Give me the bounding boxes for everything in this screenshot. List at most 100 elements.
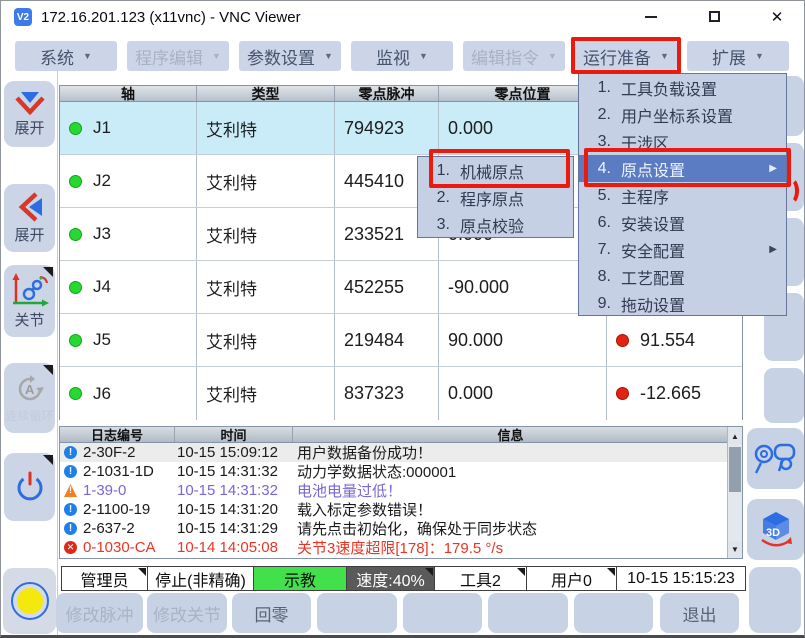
minimize-button[interactable]	[628, 1, 674, 32]
origin-submenu: 1. 机械原点 2. 程序原点 3. 原点校验	[417, 156, 574, 238]
column-header-axis: 轴	[60, 86, 197, 101]
log-row[interactable]: !1-39-0 10-15 14:31:32 电池电量过低！	[60, 481, 742, 500]
status-user-level[interactable]: 管理员	[61, 566, 148, 591]
menu-program-edit[interactable]: 程序编辑▼	[127, 41, 229, 71]
menu-item-main-program[interactable]: 5. 主程序	[579, 182, 786, 209]
sidebar-button-power[interactable]	[4, 453, 55, 521]
close-icon: ✕	[771, 8, 784, 26]
exit-button[interactable]: 退出	[660, 593, 739, 633]
scroll-down-button[interactable]: ▼	[728, 541, 742, 557]
log-column-id: 日志编号	[60, 427, 175, 442]
log-column-info: 信息	[293, 427, 728, 442]
menu-extend[interactable]: 扩展▼	[687, 41, 789, 71]
menu-item-install-settings[interactable]: 6. 安装设置	[579, 209, 786, 236]
log-row[interactable]: !2-637-2 10-15 14:31:29 请先点击初始化，确保处于同步状态	[60, 519, 742, 538]
status-mode-badge[interactable]: 示教	[253, 566, 347, 591]
menu-item-process-config[interactable]: 8. 工艺配置	[579, 263, 786, 290]
warning-icon: !	[64, 484, 77, 497]
bottom-button-4[interactable]	[317, 593, 397, 633]
scrollbar-thumb[interactable]	[729, 447, 741, 492]
run-prep-dropdown: 1. 工具负载设置 2. 用户坐标系设置 3. 干涉区 4. 原点设置 ▶ 5.…	[578, 73, 787, 316]
chevron-down-icon: ▼	[212, 51, 221, 61]
status-clock: 10-15 15:15:23	[616, 566, 746, 591]
submenu-arrow-icon: ▶	[769, 163, 777, 174]
bottom-button-6[interactable]	[488, 593, 568, 633]
return-zero-button[interactable]: 回零	[232, 593, 311, 633]
submenu-item-mechanical-origin[interactable]: 1. 机械原点	[418, 157, 573, 184]
status-run-state[interactable]: 停止(非精确)	[147, 566, 254, 591]
chevron-down-icon: ▼	[755, 51, 764, 61]
status-speed[interactable]: 速度:40%	[346, 566, 435, 591]
menu-item-safety-config[interactable]: 7. 安全配置 ▶	[579, 236, 786, 263]
menu-system[interactable]: 系统▼	[15, 41, 117, 71]
log-header: 日志编号 时间 信息	[60, 427, 742, 443]
menu-param-settings[interactable]: 参数设置▼	[239, 41, 341, 71]
log-row[interactable]: ✕0-1030-CA 10-14 14:05:08 关节3速度超限[178]：1…	[60, 538, 742, 557]
bottom-button-7[interactable]	[574, 593, 653, 633]
loop-a-icon: A	[13, 372, 47, 406]
menu-item-tool-load[interactable]: 1. 工具负载设置	[579, 74, 786, 101]
close-button[interactable]: ✕	[754, 1, 800, 32]
log-row[interactable]: !2-1100-19 10-15 14:31:20 载入标定参数错误！	[60, 500, 742, 519]
table-row-j5[interactable]: J5 艾利特 219484 90.000 91.554	[60, 314, 742, 367]
chevron-down-icon: ▼	[548, 51, 557, 61]
title-bar: V2 172.16.201.123 (x11vnc) - VNC Viewer …	[1, 1, 804, 33]
modify-joint-button[interactable]: 修改关节	[147, 593, 227, 633]
pendant-hand-icon	[753, 439, 799, 479]
indicator-ring-icon	[11, 582, 49, 620]
status-tool[interactable]: 工具2	[434, 566, 527, 591]
log-row[interactable]: !2-1031-1D 10-15 14:31:32 动力学数据状态:000001	[60, 462, 742, 481]
info-icon: !	[64, 522, 77, 535]
modify-pulse-button[interactable]: 修改脉冲	[56, 593, 143, 633]
window-title: 172.16.201.123 (x11vnc) - VNC Viewer	[41, 1, 301, 33]
error-icon: ✕	[64, 541, 77, 554]
axis-status-dot	[69, 228, 82, 241]
sidebar-button-expand-down[interactable]: 展开	[4, 81, 55, 147]
submenu-item-program-origin[interactable]: 2. 程序原点	[418, 184, 573, 211]
menu-item-origin-settings[interactable]: 4. 原点设置 ▶	[579, 155, 786, 182]
menu-edit-commands[interactable]: 编辑指令▼	[463, 41, 565, 71]
right-button-5[interactable]	[764, 368, 804, 423]
chevron-down-icon: ▼	[660, 51, 669, 61]
status-user-frame[interactable]: 用户0	[526, 566, 617, 591]
down-arrow-icon: ▼	[731, 545, 739, 554]
right-button-bottom[interactable]	[749, 567, 801, 633]
yellow-indicator-icon	[17, 588, 43, 614]
maximize-button[interactable]	[691, 1, 737, 32]
sidebar-button-continuous-loop[interactable]: A 连续循环	[4, 363, 55, 433]
submenu-arrow-icon: ▶	[769, 244, 777, 255]
robot-joint-icon	[10, 272, 50, 308]
axis-status-dot	[69, 334, 82, 347]
log-panel: 日志编号 时间 信息 !2-30F-2 10-15 15:09:12 用户数据备…	[59, 426, 743, 559]
bottom-button-5[interactable]	[403, 593, 482, 633]
menu-run-prep[interactable]: 运行准备▼	[575, 41, 677, 71]
sidebar-button-expand-left[interactable]: 展开	[4, 184, 55, 252]
menu-bar: 系统▼ 程序编辑▼ 参数设置▼ 监视▼ 编辑指令▼ 运行准备▼ 扩展▼	[1, 33, 805, 71]
submenu-item-origin-check[interactable]: 3. 原点校验	[418, 211, 573, 238]
menu-item-interference-zone[interactable]: 3. 干涉区	[579, 128, 786, 155]
chevron-down-icon: ▼	[83, 51, 92, 61]
minimize-icon	[645, 16, 657, 18]
log-row[interactable]: !2-30F-2 10-15 15:09:12 用户数据备份成功！	[60, 443, 742, 462]
view-3d-button[interactable]: 3D	[747, 499, 804, 560]
column-header-zero-pulse: 零点脉冲	[335, 86, 439, 101]
scroll-up-button[interactable]: ▲	[728, 428, 742, 444]
axis-status-dot	[69, 281, 82, 294]
enable-indicator-button[interactable]	[3, 568, 56, 634]
info-icon: !	[64, 465, 77, 478]
menu-item-drag-settings[interactable]: 9. 拖动设置	[579, 290, 786, 317]
pendant-control-button[interactable]	[747, 428, 804, 489]
axis-status-dot	[69, 387, 82, 400]
menu-monitor[interactable]: 监视▼	[351, 41, 453, 71]
menu-item-user-frame[interactable]: 2. 用户坐标系设置	[579, 101, 786, 128]
table-row-j6[interactable]: J6 艾利特 837323 0.000 -12.665	[60, 367, 742, 420]
svg-text:A: A	[25, 382, 35, 397]
sidebar-button-joint[interactable]: 关节	[4, 265, 55, 337]
double-chevron-left-icon	[15, 191, 45, 223]
power-icon	[13, 470, 47, 504]
up-arrow-icon: ▲	[731, 432, 739, 441]
chevron-down-icon: ▼	[419, 51, 428, 61]
3d-cube-icon: 3D	[755, 509, 797, 551]
maximize-icon	[709, 11, 720, 22]
log-scrollbar[interactable]: ▲ ▼	[727, 427, 742, 558]
